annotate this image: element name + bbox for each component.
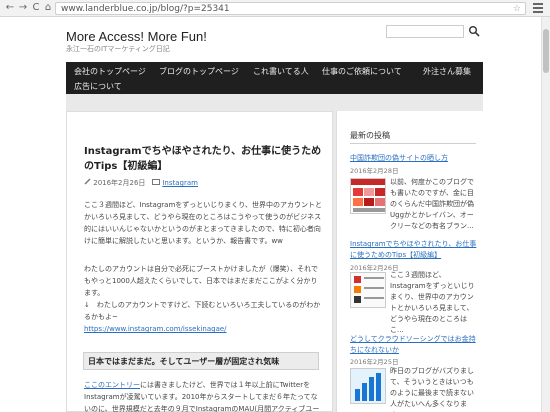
- scrollbar-thumb[interactable]: [543, 29, 549, 73]
- sidebar-post-title-3[interactable]: どうしてクラウドソーシングではお金持ちになれないか: [350, 334, 478, 356]
- reload-icon[interactable]: C: [30, 2, 42, 14]
- bookmark-star-icon[interactable]: ☆: [513, 3, 521, 15]
- instagram-profile-link[interactable]: https://www.instagram.com/issekinagae/: [84, 325, 227, 333]
- nav-item-work-request[interactable]: 仕事のご依頼について: [322, 66, 402, 77]
- article-category-link[interactable]: Instagram: [162, 179, 198, 187]
- sidebar-post-title-2[interactable]: Instagramでちやほやされたり、お仕事に使うためのTips【初級編】: [350, 239, 478, 261]
- browser-menu-icon[interactable]: [533, 3, 543, 13]
- article-paragraph-2: わたしのアカウントは自分で必死にブーストかけましたが（爆笑）、それでもやっと10…: [84, 265, 318, 297]
- folder-icon: [152, 179, 161, 185]
- sidebar-divider: [350, 143, 476, 144]
- sidebar-post-thumbnail-1[interactable]: [350, 178, 386, 214]
- nav-item-blog-top[interactable]: ブログのトップページ: [159, 66, 239, 77]
- sidebar-heading: 最新の投稿: [350, 131, 390, 140]
- article-meta: 2016年2月26日 Instagram: [84, 178, 198, 188]
- nav-item-ads[interactable]: 広告について: [74, 81, 122, 92]
- sidebar-post-date-3: 2016年2月25日: [350, 358, 399, 366]
- search-input[interactable]: [386, 25, 464, 38]
- main-nav: 会社のトップページ ブログのトップページ これ書いてる人 仕事のご依頼について …: [66, 62, 483, 94]
- site-header: More Access! More Fun! 永江一石のITマーケティング日記: [0, 17, 541, 62]
- address-bar[interactable]: www.landerblue.co.jp/blog/?p=25341 ☆: [55, 2, 526, 15]
- section-heading: 日本ではまだまだ。そしてユーザー層が固定され気味: [83, 352, 319, 370]
- article-date: 2016年2月26日: [93, 179, 146, 187]
- sidebar-post-excerpt-1: 以前、何度かこのブログでも書いたのですが、金に目のくらんだ中国詐欺団が偽Uggか…: [390, 178, 474, 230]
- nav-item-company-top[interactable]: 会社のトップページ: [74, 66, 146, 77]
- page-scrollbar[interactable]: [541, 17, 550, 412]
- browser-toolbar: ← → C ⌂ www.landerblue.co.jp/blog/?p=253…: [0, 0, 550, 17]
- sidebar-post-date-1: 2016年2月28日: [350, 167, 399, 175]
- article-paragraph-3: ↓ わたしのアカウントですけど、下読むといろいろ工夫しているのがわかるかもよ~: [84, 301, 321, 321]
- nav-item-outsource[interactable]: 外注さん募集: [423, 66, 471, 77]
- article-title: Instagramでちやほやされたり、お仕事に使うためのTips【初級編】: [84, 146, 322, 172]
- sidebar-post-thumbnail-3[interactable]: [350, 368, 386, 404]
- sidebar-post-excerpt-3: 昨日のブログがバズりまして、そういうときはいつものように最後まで読まない人がたい…: [390, 367, 474, 412]
- forward-button-icon[interactable]: →: [17, 2, 29, 14]
- pencil-icon: [84, 178, 91, 185]
- site-title[interactable]: More Access! More Fun!: [66, 29, 207, 44]
- sidebar-post-excerpt-2: ここ３週間ほど、Instagramをずっといじりまくり、世界中のアカウントとかい…: [390, 271, 475, 334]
- site-description: 永江一石のITマーケティング日記: [66, 45, 170, 53]
- search-icon[interactable]: [468, 25, 480, 37]
- url-text: www.landerblue.co.jp/blog/?p=25341: [61, 4, 230, 14]
- article-paragraph-1: ここ３週間ほど、Instagramをずっといじりまくり、世界中のアカウントとかい…: [84, 201, 322, 245]
- nav-item-author[interactable]: これ書いてる人: [253, 66, 309, 77]
- back-button-icon[interactable]: ←: [4, 2, 16, 14]
- article-paragraph-4: ここのエントリーには書きましたけど、世界では１年以上前にTwitterをInst…: [84, 381, 320, 412]
- home-icon[interactable]: ⌂: [42, 2, 54, 14]
- sidebar-post-title-1[interactable]: 中国詐欺団の偽サイトの晒し方: [350, 153, 478, 164]
- sidebar-post-thumbnail-2[interactable]: [350, 272, 386, 308]
- entry-link[interactable]: ここのエントリー: [84, 381, 140, 389]
